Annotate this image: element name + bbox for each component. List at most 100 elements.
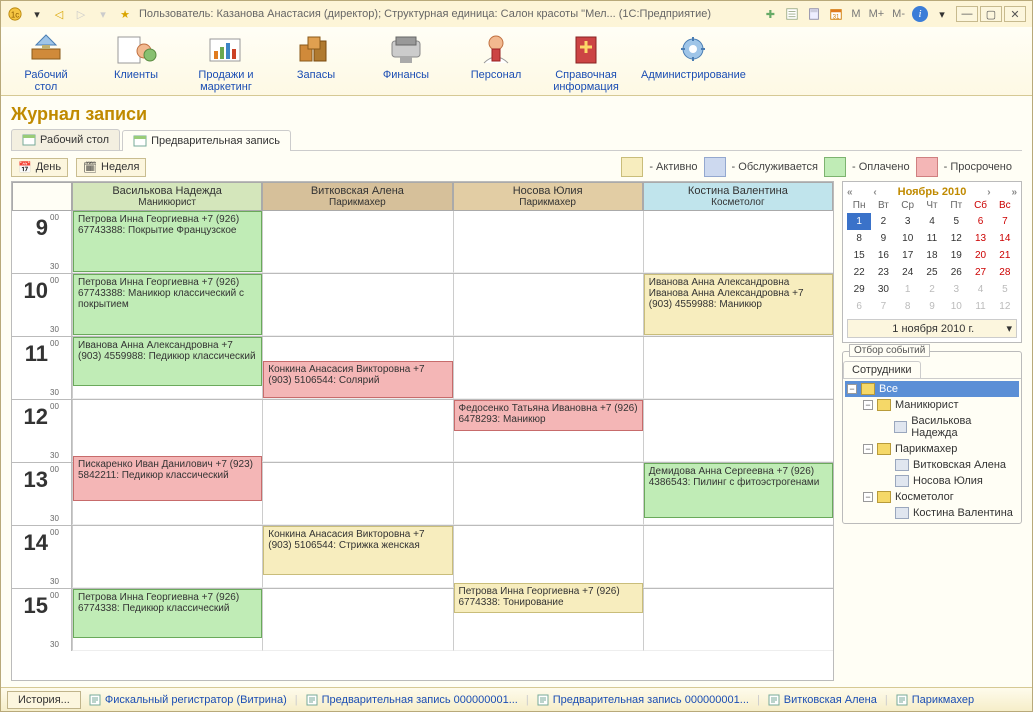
ribbon-sales[interactable]: Продажи имаркетинг bbox=[191, 31, 261, 93]
appointment[interactable]: Иванова Анна Александровна +7 (903) 4559… bbox=[73, 337, 262, 386]
maximize-button[interactable]: ▢ bbox=[980, 6, 1002, 22]
cal-next-year[interactable]: » bbox=[1011, 187, 1017, 198]
cal-day[interactable]: 23 bbox=[871, 264, 895, 281]
view-day-button[interactable]: 📅 День bbox=[11, 158, 68, 177]
statusbar-item[interactable]: Парикмахер bbox=[896, 694, 974, 706]
appointment[interactable]: Федосенко Татьяна Ивановна +7 (926) 6478… bbox=[454, 400, 643, 431]
statusbar-item[interactable]: Предварительная запись 000000001... bbox=[306, 694, 518, 706]
fav-add-icon[interactable]: ✚ bbox=[762, 6, 778, 22]
tree-row[interactable]: Костина Валентина bbox=[845, 505, 1019, 521]
cal-day[interactable]: 14 bbox=[993, 230, 1017, 247]
view-week-button[interactable]: 🗓 Неделя bbox=[76, 158, 146, 177]
cal-day[interactable]: 25 bbox=[920, 264, 944, 281]
tree-row[interactable]: Витковская Алена bbox=[845, 457, 1019, 473]
slot[interactable]: Пискаренко Иван Данилович +7 (923) 58422… bbox=[72, 463, 262, 525]
cal-day[interactable]: 11 bbox=[968, 298, 992, 315]
slot[interactable] bbox=[643, 526, 833, 588]
tree-row[interactable]: −Косметолог bbox=[845, 489, 1019, 505]
column-header[interactable]: Василькова НадеждаМаникюрист bbox=[72, 182, 262, 211]
cal-day[interactable]: 7 bbox=[993, 213, 1017, 230]
schedule-grid[interactable]: Василькова НадеждаМаникюристВитковская А… bbox=[11, 181, 834, 681]
calc-icon[interactable] bbox=[806, 6, 822, 22]
cal-day[interactable]: 6 bbox=[968, 213, 992, 230]
cal-prev-month[interactable]: ‹ bbox=[873, 187, 876, 198]
slot[interactable] bbox=[453, 274, 643, 336]
cal-day[interactable]: 16 bbox=[871, 247, 895, 264]
cal-day[interactable]: 10 bbox=[944, 298, 968, 315]
slot[interactable]: Конкина Анасасия Викторовна +7 (903) 510… bbox=[262, 526, 452, 588]
ribbon-stock[interactable]: Запасы bbox=[281, 31, 351, 93]
slot[interactable]: Конкина Анасасия Викторовна +7 (903) 510… bbox=[262, 337, 452, 399]
appointment[interactable]: Демидова Анна Сергеевна +7 (926) 4386543… bbox=[644, 463, 833, 518]
statusbar-item[interactable]: Витковская Алена bbox=[768, 694, 877, 706]
cal-day[interactable]: 9 bbox=[871, 230, 895, 247]
history-button[interactable]: История... bbox=[7, 691, 81, 709]
cal-day[interactable]: 26 bbox=[944, 264, 968, 281]
slot[interactable] bbox=[453, 463, 643, 525]
appointment[interactable]: Пискаренко Иван Данилович +7 (923) 58422… bbox=[73, 456, 262, 502]
expand-icon[interactable]: − bbox=[863, 444, 873, 454]
cal-selected-date[interactable]: 1 ноября 2010 г. ▾ bbox=[847, 319, 1017, 338]
cal-day[interactable]: 1 bbox=[847, 213, 871, 230]
ribbon-reference[interactable]: Справочнаяинформация bbox=[551, 31, 621, 93]
tree-row[interactable]: −Все bbox=[845, 381, 1019, 397]
slot[interactable] bbox=[453, 211, 643, 273]
slot[interactable]: Демидова Анна Сергеевна +7 (926) 4386543… bbox=[643, 463, 833, 525]
appointment[interactable]: Петрова Инна Георгиевна +7 (926) 6774338… bbox=[73, 211, 262, 272]
slot[interactable] bbox=[643, 211, 833, 273]
tab-booking[interactable]: Предварительная запись bbox=[122, 130, 291, 151]
cal-day[interactable]: 30 bbox=[871, 281, 895, 298]
history-icon[interactable] bbox=[784, 6, 800, 22]
ribbon-admin[interactable]: Администрирование bbox=[641, 31, 746, 93]
cal-day[interactable]: 7 bbox=[871, 298, 895, 315]
cal-day[interactable]: 3 bbox=[896, 213, 920, 230]
expand-icon[interactable]: − bbox=[863, 492, 873, 502]
cal-day[interactable]: 2 bbox=[920, 281, 944, 298]
tree-row[interactable]: −Маникюрист bbox=[845, 397, 1019, 413]
cal-day[interactable]: 8 bbox=[847, 230, 871, 247]
ribbon-clients[interactable]: Клиенты bbox=[101, 31, 171, 93]
m-plus-button[interactable]: M+ bbox=[868, 8, 886, 20]
cal-next-month[interactable]: › bbox=[987, 187, 990, 198]
expand-icon[interactable]: − bbox=[847, 384, 857, 394]
cal-day[interactable]: 2 bbox=[871, 213, 895, 230]
nav-dropdown-icon[interactable]: ▾ bbox=[95, 6, 111, 22]
cal-day[interactable]: 10 bbox=[896, 230, 920, 247]
slot[interactable] bbox=[262, 400, 452, 462]
cal-day[interactable]: 4 bbox=[920, 213, 944, 230]
ribbon-finance[interactable]: Финансы bbox=[371, 31, 441, 93]
expand-icon[interactable]: − bbox=[863, 400, 873, 410]
column-header[interactable]: Витковская АленаПарикмахер bbox=[262, 182, 452, 211]
cal-day[interactable]: 8 bbox=[896, 298, 920, 315]
slot[interactable]: Петрова Инна Георгиевна +7 (926) 6774338… bbox=[72, 274, 262, 336]
cal-day[interactable]: 6 bbox=[847, 298, 871, 315]
tree-row[interactable]: −Парикмахер bbox=[845, 441, 1019, 457]
slot[interactable] bbox=[72, 526, 262, 588]
cal-day[interactable]: 12 bbox=[993, 298, 1017, 315]
slot[interactable] bbox=[453, 337, 643, 399]
close-button[interactable]: ✕ bbox=[1004, 6, 1026, 22]
slot[interactable] bbox=[262, 274, 452, 336]
appointment[interactable]: Иванова Анна Александровна Иванова Анна … bbox=[644, 274, 833, 335]
nav-back-icon[interactable]: ◁ bbox=[51, 6, 67, 22]
cal-day[interactable]: 18 bbox=[920, 247, 944, 264]
slot[interactable] bbox=[262, 589, 452, 651]
appointment[interactable]: Конкина Анасасия Викторовна +7 (903) 510… bbox=[263, 526, 452, 575]
slot[interactable] bbox=[643, 589, 833, 651]
cal-day[interactable]: 19 bbox=[944, 247, 968, 264]
column-header[interactable]: Носова ЮлияПарикмахер bbox=[453, 182, 643, 211]
cal-day[interactable]: 12 bbox=[944, 230, 968, 247]
slot[interactable]: Петрова Инна Георгиевна +7 (926) 6774338… bbox=[72, 211, 262, 273]
cal-day[interactable]: 3 bbox=[944, 281, 968, 298]
star-icon[interactable]: ★ bbox=[117, 6, 133, 22]
statusbar-item[interactable]: Фискальный регистратор (Витрина) bbox=[89, 694, 287, 706]
ribbon-personnel[interactable]: Персонал bbox=[461, 31, 531, 93]
tab-desktop[interactable]: Рабочий стол bbox=[11, 129, 120, 150]
cal-day[interactable]: 15 bbox=[847, 247, 871, 264]
m-minus-button[interactable]: M- bbox=[891, 8, 906, 20]
cal-day[interactable]: 5 bbox=[993, 281, 1017, 298]
slot[interactable] bbox=[643, 400, 833, 462]
cal-day[interactable]: 21 bbox=[993, 247, 1017, 264]
m-button[interactable]: M bbox=[850, 8, 861, 20]
appointment[interactable]: Конкина Анасасия Викторовна +7 (903) 510… bbox=[263, 361, 452, 398]
